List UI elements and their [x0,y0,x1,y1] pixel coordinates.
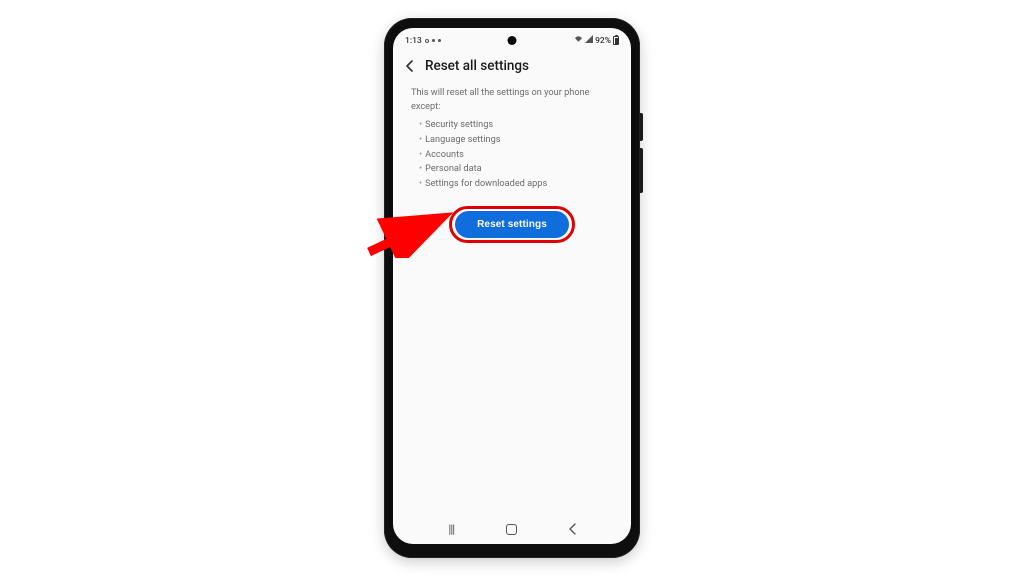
nav-home-button[interactable] [497,519,527,539]
phone-screen: 1:13 92% Reset all settings [393,28,631,544]
android-nav-bar: ||| [393,518,631,544]
signal-icon [585,35,593,46]
phone-side-button [640,113,643,141]
page-title: Reset all settings [425,58,529,74]
nav-back-button[interactable] [558,519,588,539]
front-camera-hole [508,36,517,45]
phone-side-button [640,148,643,193]
back-button[interactable] [403,59,417,73]
page-content: This will reset all the settings on your… [393,84,631,243]
list-item: •Settings for downloaded apps [419,177,613,192]
wifi-icon [574,35,583,46]
intro-text: This will reset all the settings on your… [411,86,613,114]
tutorial-highlight-ring: Reset settings [449,206,575,243]
list-item: •Language settings [419,132,613,147]
exception-list: •Security settings •Language settings •A… [411,118,613,192]
battery-percent: 92% [595,36,611,46]
reset-settings-button[interactable]: Reset settings [455,211,569,238]
nav-recents-button[interactable]: ||| [436,519,466,539]
status-indicator-icon [438,39,441,42]
list-item: •Accounts [419,147,613,162]
battery-icon [613,36,619,45]
phone-device-frame: 1:13 92% Reset all settings [384,18,640,558]
status-indicator-icon [432,39,435,42]
list-item: •Personal data [419,162,613,177]
status-indicator-icon [425,39,429,43]
list-item: •Security settings [419,118,613,133]
page-header: Reset all settings [393,50,631,84]
status-time: 1:13 [405,36,422,46]
